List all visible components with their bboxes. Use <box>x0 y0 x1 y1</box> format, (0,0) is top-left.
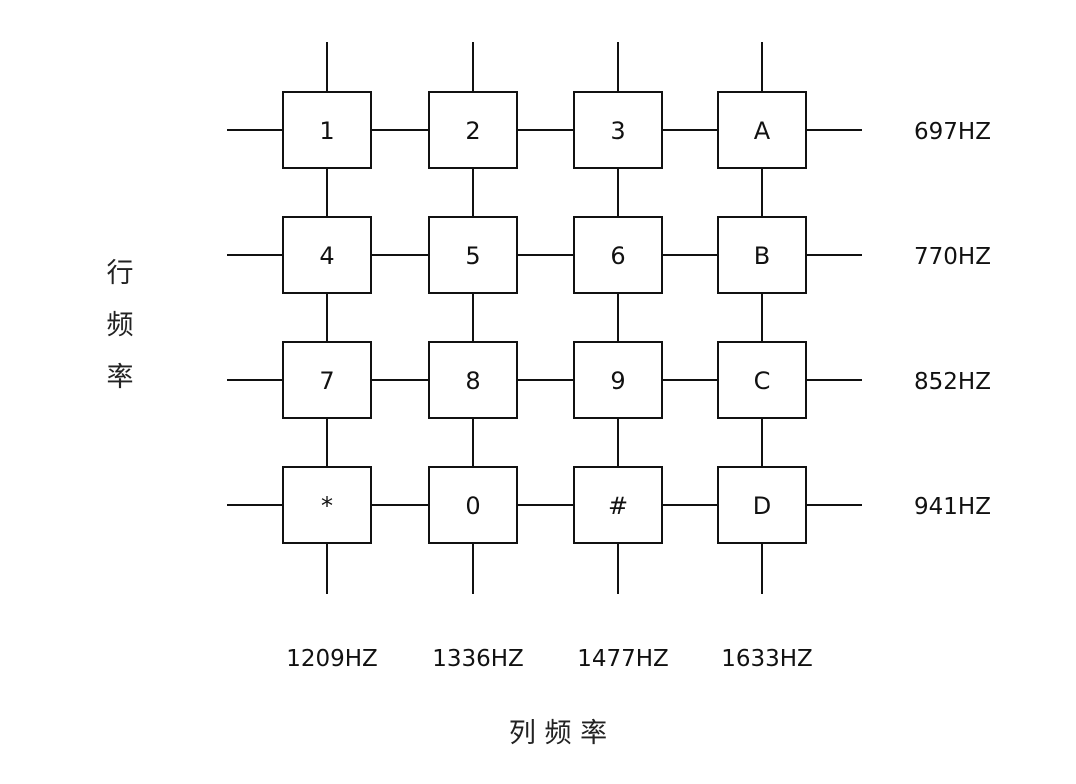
key-1-3: 3 <box>573 91 663 169</box>
row-frequency-4: 941HZ <box>914 494 991 520</box>
key-label: 3 <box>610 117 625 145</box>
key-2-2: 5 <box>428 216 518 294</box>
row-axis-char: 行 <box>107 258 134 289</box>
key-3-1: 7 <box>282 341 372 419</box>
row-frequency-3: 852HZ <box>914 369 991 395</box>
key-2-1: 4 <box>282 216 372 294</box>
key-4-1: * <box>282 466 372 544</box>
key-label: 9 <box>610 367 625 395</box>
key-3-3: 9 <box>573 341 663 419</box>
column-frequency-labels: 1209HZ 1336HZ 1477HZ 1633HZ <box>286 646 813 672</box>
row-axis-label: 行频率 <box>107 258 134 393</box>
key-label: 6 <box>610 242 625 270</box>
row-frequency-2: 770HZ <box>914 244 991 270</box>
key-label: * <box>321 492 333 520</box>
key-3-2: 8 <box>428 341 518 419</box>
key-label: 0 <box>465 492 480 520</box>
key-1-1: 1 <box>282 91 372 169</box>
key-label: 4 <box>319 242 334 270</box>
key-label: 2 <box>465 117 480 145</box>
dtmf-keypad-diagram: 1 2 3 A 4 5 6 B 7 8 9 C * 0 # D 697HZ 770HZ 852HZ 941HZ 12… <box>107 42 991 749</box>
key-2-4: B <box>717 216 807 294</box>
key-label: B <box>754 242 770 270</box>
key-2-3: 6 <box>573 216 663 294</box>
row-axis-char: 频 <box>107 310 134 341</box>
column-frequency-2: 1336HZ <box>432 646 524 672</box>
key-3-4: C <box>717 341 807 419</box>
column-frequency-4: 1633HZ <box>721 646 813 672</box>
key-label: 7 <box>319 367 334 395</box>
key-label: 8 <box>465 367 480 395</box>
key-4-2: 0 <box>428 466 518 544</box>
column-frequency-3: 1477HZ <box>577 646 669 672</box>
row-frequency-labels: 697HZ 770HZ 852HZ 941HZ <box>914 119 991 520</box>
keypad-keys: 1 2 3 A 4 5 6 B 7 8 9 C * 0 # D <box>282 91 807 544</box>
key-label: D <box>753 492 771 520</box>
key-label: 5 <box>465 242 480 270</box>
key-label: 1 <box>319 117 334 145</box>
key-1-4: A <box>717 91 807 169</box>
row-axis-char: 率 <box>107 362 134 393</box>
key-1-2: 2 <box>428 91 518 169</box>
key-label: C <box>754 367 771 395</box>
column-frequency-1: 1209HZ <box>286 646 378 672</box>
column-axis-label: 列 频 率 <box>509 718 607 749</box>
key-4-4: D <box>717 466 807 544</box>
row-frequency-1: 697HZ <box>914 119 991 145</box>
key-4-3: # <box>573 466 663 544</box>
key-label: A <box>754 117 771 145</box>
key-label: # <box>608 492 628 520</box>
